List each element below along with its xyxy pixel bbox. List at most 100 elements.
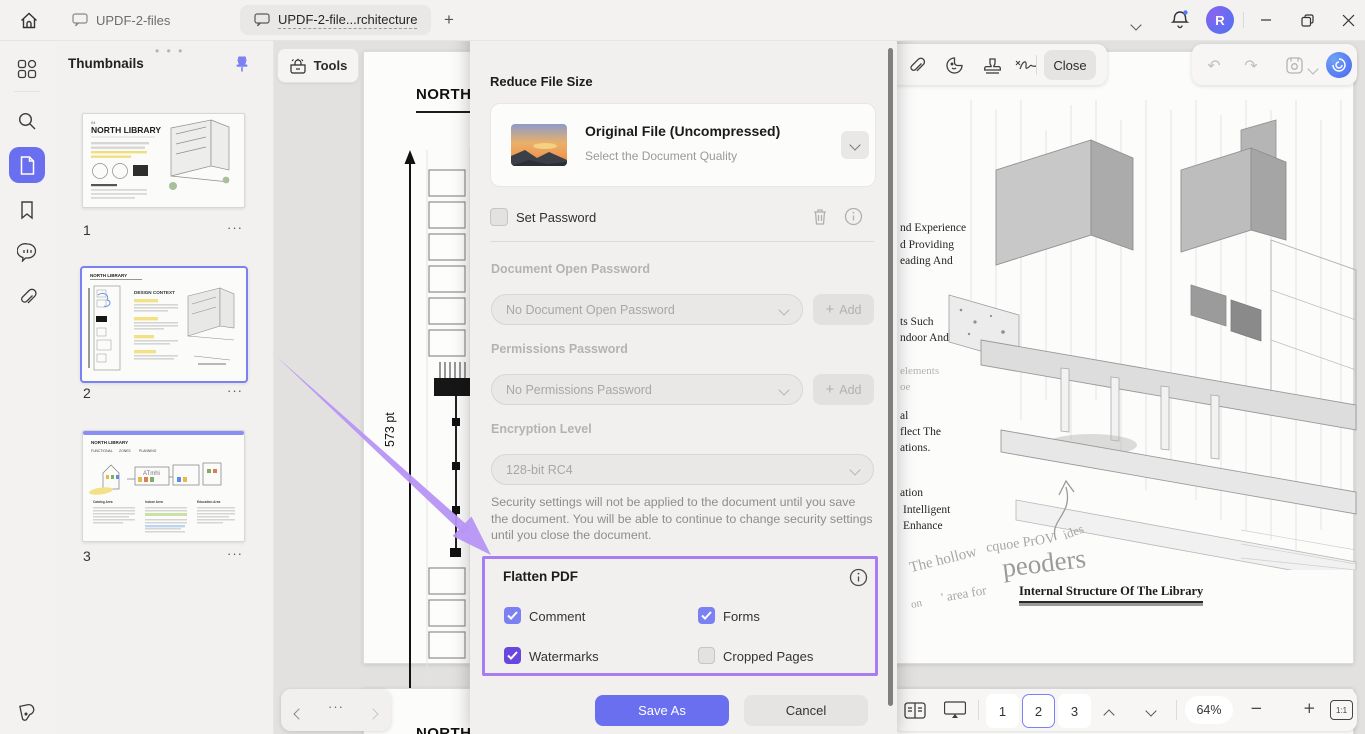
view-status-toolbar: 1 2 3 64% − + 1:1 xyxy=(893,689,1357,731)
next-page-chevron-icon[interactable] xyxy=(1147,703,1155,718)
encryption-level-select[interactable]: 128-bit RC4 xyxy=(491,454,874,485)
actual-size-button[interactable]: 1:1 xyxy=(1330,700,1353,720)
svg-text:Indoor Area: Indoor Area xyxy=(145,500,163,504)
handwriting-annotation: on xyxy=(910,597,923,611)
dialog-scrollbar[interactable] xyxy=(888,48,893,706)
thumbnail-3-menu-button[interactable]: ··· xyxy=(227,546,243,561)
section-divider xyxy=(490,241,874,242)
flatten-watermarks-checkbox[interactable] xyxy=(504,647,521,664)
two-page-view-icon[interactable] xyxy=(901,697,929,723)
tab-updf-2-files[interactable]: UPDF-2-files xyxy=(58,5,184,35)
flatten-cropped-pages-checkbox[interactable] xyxy=(698,647,715,664)
flatten-comment-label: Comment xyxy=(529,609,585,624)
save-icon[interactable] xyxy=(1280,52,1308,78)
user-avatar[interactable]: R xyxy=(1206,6,1234,34)
page3-heading: NORTH xyxy=(416,725,471,734)
thumbnail-page-3[interactable]: NORTH LIBRARY FUNCTIONALZONESPLANNING AT… xyxy=(82,430,245,542)
page-button-3[interactable]: 3 xyxy=(1058,694,1091,728)
svg-text:NORTH LIBRARY: NORTH LIBRARY xyxy=(90,273,127,278)
flatten-pdf-title: Flatten PDF xyxy=(503,569,578,584)
more-pages-button[interactable]: ··· xyxy=(328,699,344,714)
svg-text:NORTH LIBRARY: NORTH LIBRARY xyxy=(91,440,128,445)
tab-label: UPDF-2-file...rchitecture xyxy=(278,12,417,29)
thumbnail-page-1[interactable]: 04 NORTH LIBRARY xyxy=(82,113,245,208)
titlebar-chevron-icon[interactable] xyxy=(1132,17,1140,32)
zoom-out-button[interactable]: − xyxy=(1250,699,1263,717)
window-close-button[interactable] xyxy=(1335,8,1361,32)
new-tab-button[interactable]: + xyxy=(436,8,462,32)
add-open-password-button[interactable]: + Add xyxy=(813,294,874,325)
pin-panel-icon[interactable] xyxy=(229,52,255,76)
thumbnail-2-number: 2 xyxy=(83,385,91,401)
redo-icon[interactable]: ↷ xyxy=(1237,52,1265,78)
stamp-icon[interactable] xyxy=(978,52,1006,78)
save-as-button[interactable]: Save As xyxy=(595,695,729,726)
quality-option-card[interactable]: Original File (Uncompressed) Select the … xyxy=(490,103,876,187)
thumbnails-panel-icon-active[interactable] xyxy=(9,147,45,183)
thumbnail-3-number: 3 xyxy=(83,548,91,564)
doc-text-fragment: Enhance xyxy=(903,520,943,532)
page-button-2-active[interactable]: 2 xyxy=(1022,694,1055,728)
undo-icon[interactable]: ↶ xyxy=(1200,52,1228,78)
flatten-forms-label: Forms xyxy=(723,609,760,624)
panel-drag-handle[interactable]: • • • xyxy=(155,44,184,58)
attachment-icon[interactable] xyxy=(902,52,930,78)
quality-dropdown-chevron-icon[interactable] xyxy=(841,131,869,159)
home-button[interactable] xyxy=(14,7,44,33)
add-permissions-password-button[interactable]: + Add xyxy=(813,374,874,405)
comments-icon[interactable] xyxy=(12,237,42,267)
flatten-cropped-pages-label: Cropped Pages xyxy=(723,649,813,664)
dimension-label: 573 pt xyxy=(383,412,397,447)
close-annotation-mode-button[interactable]: Close xyxy=(1044,50,1096,80)
document-open-password-label: Document Open Password xyxy=(491,262,650,276)
svg-text:ATmhi: ATmhi xyxy=(143,471,160,477)
set-password-checkbox[interactable] xyxy=(490,208,508,226)
flatten-comment-checkbox[interactable] xyxy=(504,607,521,624)
doc-text-fragment: al xyxy=(900,410,908,422)
building-wireframe-drawing xyxy=(941,100,1361,570)
document-tab-icon xyxy=(254,13,270,27)
attachments-paperclip-icon[interactable] xyxy=(12,282,42,312)
document-open-password-select[interactable]: No Document Open Password xyxy=(491,294,803,325)
search-icon[interactable] xyxy=(12,106,42,136)
prev-page-icon[interactable] xyxy=(295,706,303,721)
bookmarks-icon[interactable] xyxy=(12,195,42,225)
doc-text-fragment: ations. xyxy=(900,442,930,454)
cancel-button[interactable]: Cancel xyxy=(744,695,868,726)
flatten-info-icon[interactable] xyxy=(849,568,868,587)
zoom-in-button[interactable]: + xyxy=(1303,699,1316,717)
security-settings-note: Security settings will not be applied to… xyxy=(491,494,875,544)
permissions-password-select[interactable]: No Permissions Password xyxy=(491,374,803,405)
thumbnail-page-2-selected[interactable]: NORTH LIBRARY DESIGN CONTEXT xyxy=(80,266,248,383)
next-page-icon[interactable] xyxy=(369,706,377,721)
doc-text-fragment: elements xyxy=(900,365,939,377)
sticker-icon[interactable] xyxy=(940,52,968,78)
window-titlebar: UPDF-2-files UPDF-2-file...rchitecture +… xyxy=(0,0,1365,41)
quality-thumbnail-image xyxy=(511,124,567,166)
theme-appearance-icon[interactable] xyxy=(12,696,42,726)
minimize-button[interactable] xyxy=(1253,8,1279,32)
zoom-level-display[interactable]: 64% xyxy=(1185,696,1233,724)
tools-button-label: Tools xyxy=(314,58,348,73)
figure-caption: Internal Structure Of The Library xyxy=(1019,584,1203,601)
password-info-icon[interactable] xyxy=(844,207,863,226)
updf-app-window: Tools NORTH 573 pt xyxy=(0,0,1365,734)
flatten-forms-checkbox[interactable] xyxy=(698,607,715,624)
panels-grid-icon[interactable] xyxy=(12,54,42,84)
page-button-1[interactable]: 1 xyxy=(986,694,1019,728)
tools-button[interactable]: Tools xyxy=(277,48,359,83)
tab-updf-2-file-architecture-active[interactable]: UPDF-2-file...rchitecture xyxy=(240,5,431,35)
floor-plan-strip xyxy=(426,150,471,715)
previous-page-chevron-icon[interactable] xyxy=(1105,707,1113,722)
ai-assistant-icon[interactable] xyxy=(1326,52,1352,78)
tab-label: UPDF-2-files xyxy=(96,13,170,28)
presentation-mode-icon[interactable] xyxy=(941,697,969,723)
notifications-bell-icon[interactable] xyxy=(1170,9,1190,30)
delete-password-trash-icon[interactable] xyxy=(810,206,830,227)
flatten-pdf-section-highlighted: Flatten PDF Comment Forms Watermarks Cro… xyxy=(482,556,878,676)
save-options-chevron-icon[interactable] xyxy=(1309,61,1317,76)
thumbnail-2-menu-button[interactable]: ··· xyxy=(227,383,243,398)
maximize-restore-button[interactable] xyxy=(1294,8,1320,32)
page-nav-pill: ··· xyxy=(281,689,391,731)
thumbnail-1-menu-button[interactable]: ··· xyxy=(227,220,243,235)
